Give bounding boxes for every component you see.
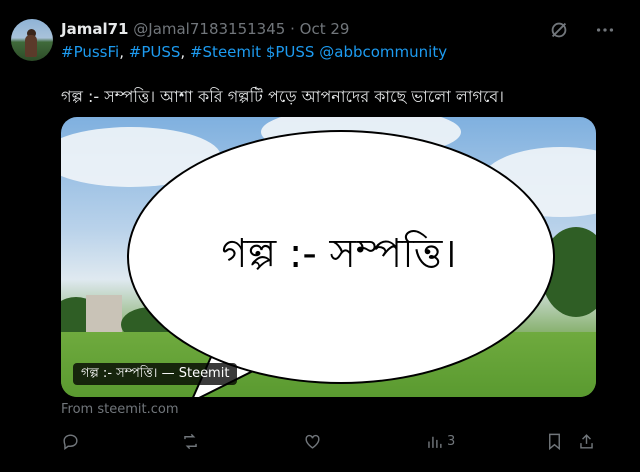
reply-button[interactable] bbox=[61, 430, 80, 452]
bookmark-icon bbox=[549, 433, 560, 450]
views-button[interactable]: 3 bbox=[425, 430, 455, 452]
hashtag-puss[interactable]: #PUSS bbox=[129, 43, 181, 61]
grok-icon[interactable] bbox=[548, 19, 570, 41]
mention-abbcommunity[interactable]: @abbcommunity bbox=[319, 43, 447, 61]
hashtag-pussfi[interactable]: #PussFi bbox=[61, 43, 119, 61]
hashtag-steemit[interactable]: #Steemit bbox=[190, 43, 261, 61]
tag-separator: , bbox=[180, 43, 186, 61]
action-bar: 3 bbox=[61, 430, 601, 452]
bubble-text: গল্প :- সম্পত্তি। bbox=[221, 230, 457, 277]
avatar[interactable] bbox=[11, 19, 53, 61]
tweet-header: Jamal71 @Jamal7183151345 · Oct 29 bbox=[61, 20, 349, 42]
share-button[interactable] bbox=[577, 430, 596, 452]
more-icon[interactable] bbox=[594, 19, 616, 41]
like-button[interactable] bbox=[303, 430, 322, 452]
author-name[interactable]: Jamal71 bbox=[61, 20, 128, 38]
tag-separator: , bbox=[119, 43, 124, 61]
header-separator: · bbox=[290, 20, 295, 38]
tweet-date[interactable]: Oct 29 bbox=[300, 20, 350, 38]
card-source[interactable]: From steemit.com bbox=[61, 402, 178, 417]
views-icon bbox=[428, 436, 442, 448]
views-count: 3 bbox=[447, 433, 456, 449]
tweet-text: গল্প :- সম্পত্তি। আশা করি গল্পটি পড়ে আপ… bbox=[61, 87, 505, 106]
tweet-tags: #PussFi, #PUSS, #Steemit $PUSS @abbcommu… bbox=[61, 43, 447, 61]
repost-icon bbox=[184, 433, 197, 449]
author-handle[interactable]: @Jamal7183151345 bbox=[133, 20, 285, 38]
avatar-figure bbox=[25, 35, 37, 57]
like-icon bbox=[305, 434, 320, 449]
reply-icon bbox=[63, 433, 78, 450]
repost-button[interactable] bbox=[181, 430, 200, 452]
cashtag-puss[interactable]: $PUSS bbox=[266, 43, 315, 61]
share-icon bbox=[580, 433, 593, 449]
link-card[interactable]: গল্প :- সম্পত্তি। গল্প :- সম্পত্তি। — St… bbox=[61, 117, 596, 397]
bookmark-button[interactable] bbox=[545, 430, 564, 452]
card-title-label[interactable]: গল্প :- সম্পত্তি। — Steemit bbox=[73, 363, 238, 385]
